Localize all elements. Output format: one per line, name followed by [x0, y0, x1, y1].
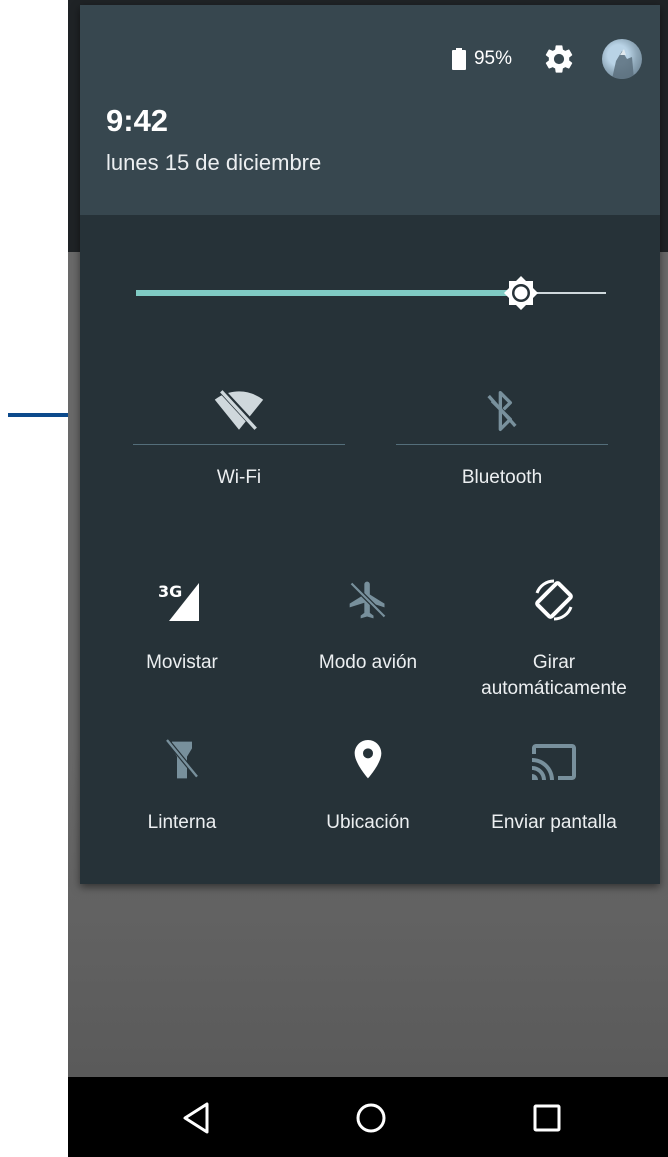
- brightness-slider[interactable]: [136, 275, 606, 315]
- tile-airplane-mode[interactable]: Modo avión: [278, 570, 458, 720]
- flashlight-off-icon: [92, 730, 272, 790]
- tile-cast-screen[interactable]: Enviar pantalla: [464, 730, 644, 880]
- quick-settings-header: 95% 9:42 lunes 15 de diciembre: [80, 5, 660, 215]
- tile-label: Modo avión: [318, 652, 418, 673]
- clock-date: lunes 15 de diciembre: [106, 150, 322, 175]
- home-button[interactable]: [348, 1097, 394, 1139]
- recents-icon: [533, 1104, 561, 1132]
- wifi-off-icon: [133, 381, 345, 441]
- tile-label: Bluetooth: [461, 467, 543, 488]
- airplane-icon: [278, 570, 458, 630]
- tile-label: Wi-Fi: [216, 467, 262, 488]
- back-button[interactable]: [173, 1097, 219, 1139]
- navigation-bar: [68, 1077, 668, 1157]
- tile-mobile-data[interactable]: 3G Movistar: [92, 570, 272, 720]
- back-icon: [183, 1102, 209, 1134]
- wifi-divider: [133, 444, 345, 445]
- avatar[interactable]: [602, 39, 642, 79]
- tile-label: Linterna: [147, 812, 217, 833]
- tile-label-line1: Girar: [532, 652, 576, 673]
- tile-label: Movistar: [146, 652, 218, 673]
- recents-button[interactable]: [524, 1097, 570, 1139]
- bluetooth-disabled-icon: [396, 381, 608, 441]
- brightness-fill: [136, 290, 521, 296]
- quick-settings-panel: 95% 9:42 lunes 15 de diciembre Wi-Fi Blu…: [80, 5, 660, 884]
- location-pin-icon: [278, 730, 458, 790]
- signal-3g-icon: 3G: [92, 570, 272, 630]
- tile-bluetooth[interactable]: Bluetooth: [396, 361, 608, 511]
- cast-icon: [464, 730, 644, 790]
- brightness-icon[interactable]: [503, 275, 539, 311]
- status-area: 95%: [451, 37, 642, 81]
- tile-label: Enviar pantalla: [491, 812, 617, 833]
- tile-flashlight[interactable]: Linterna: [92, 730, 272, 880]
- tile-label: Girar automáticamente: [464, 650, 644, 702]
- tile-label-line2: automáticamente: [481, 678, 627, 699]
- bluetooth-divider: [396, 444, 608, 445]
- tile-location[interactable]: Ubicación: [278, 730, 458, 880]
- clock-time: 9:42: [106, 103, 169, 138]
- phone-screen: 95% 9:42 lunes 15 de diciembre Wi-Fi Blu…: [68, 0, 668, 1157]
- tile-auto-rotate[interactable]: Girar automáticamente: [464, 570, 644, 720]
- tile-label: Ubicación: [326, 812, 410, 833]
- svg-text:3G: 3G: [158, 582, 182, 601]
- battery-percent: 95%: [473, 48, 512, 69]
- battery-icon: [451, 48, 466, 70]
- screen-rotation-icon: [464, 570, 644, 630]
- avatar-image: [612, 49, 634, 79]
- gear-icon[interactable]: [542, 42, 576, 76]
- home-icon: [356, 1103, 386, 1133]
- tile-wifi[interactable]: Wi-Fi: [133, 361, 345, 511]
